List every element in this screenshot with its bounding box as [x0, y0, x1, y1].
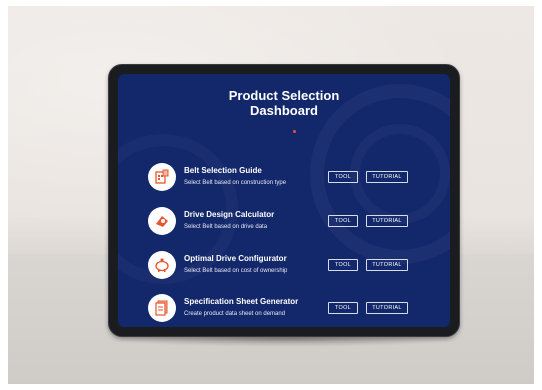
tablet-device: Product Selection Dashboard Belt Selecti…: [108, 64, 460, 337]
item-title: Specification Sheet Generator: [184, 297, 299, 306]
tool-button[interactable]: TOOL: [328, 171, 358, 183]
belt-guide-icon: [148, 163, 176, 191]
tablet-screen: Product Selection Dashboard Belt Selecti…: [118, 74, 450, 327]
spec-sheet-icon: [148, 294, 176, 322]
tutorial-button[interactable]: TUTORIAL: [366, 259, 408, 271]
calculator-icon: [148, 207, 176, 235]
tool-button[interactable]: TOOL: [328, 215, 358, 227]
tutorial-button[interactable]: TUTORIAL: [366, 171, 408, 183]
item-subtitle: Select Belt based on cost of ownership: [184, 268, 288, 274]
list-item: Drive Design Calculator Select Belt base…: [148, 207, 420, 241]
item-title: Belt Selection Guide: [184, 166, 262, 175]
tutorial-button[interactable]: TUTORIAL: [366, 302, 408, 314]
page-title: Product Selection Dashboard: [118, 88, 450, 118]
photo-background: Product Selection Dashboard Belt Selecti…: [8, 6, 534, 384]
list-item: Optimal Drive Configurator Select Belt b…: [148, 251, 420, 285]
tool-button[interactable]: TOOL: [328, 259, 358, 271]
item-title: Drive Design Calculator: [184, 210, 275, 219]
item-subtitle: Create product data sheet on demand: [184, 311, 286, 317]
piggy-bank-icon: [148, 251, 176, 279]
item-subtitle: Select Belt based on construction type: [184, 180, 287, 186]
tutorial-button[interactable]: TUTORIAL: [366, 215, 408, 227]
page-title-line2: Dashboard: [250, 103, 318, 118]
page-title-line1: Product Selection: [228, 88, 340, 103]
tool-button[interactable]: TOOL: [328, 302, 358, 314]
item-subtitle: Select Belt based on drive data: [184, 224, 268, 230]
list-item: Specification Sheet Generator Create pro…: [148, 294, 420, 327]
item-title: Optimal Drive Configurator: [184, 254, 287, 263]
list-item: Belt Selection Guide Select Belt based o…: [148, 163, 420, 197]
accent-dot: [293, 130, 296, 133]
